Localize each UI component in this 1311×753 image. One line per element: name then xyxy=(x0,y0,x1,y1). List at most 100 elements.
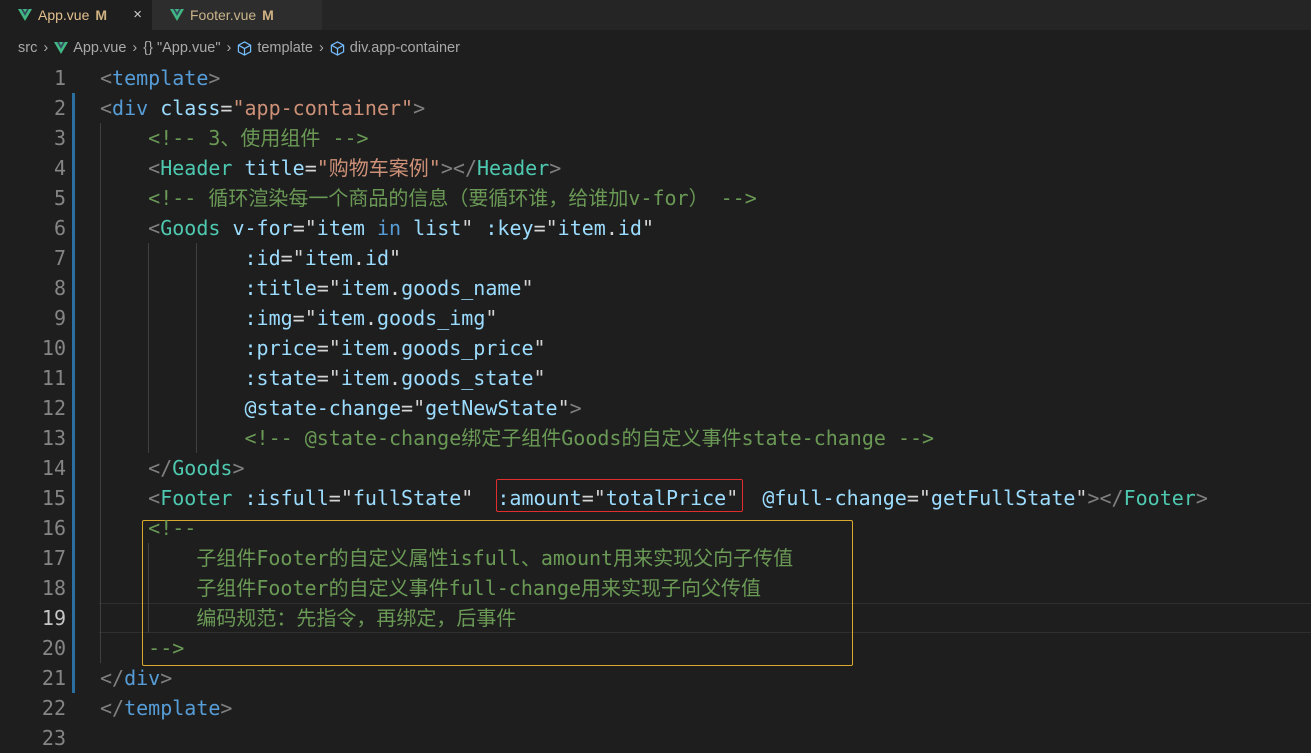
code-token: <!-- @state-change绑定子组件Goods的自定义事件state-… xyxy=(244,426,935,450)
close-icon[interactable]: × xyxy=(133,6,142,23)
code-text: 子组件Footer的自定义事件full-change用来实现子向父传值 xyxy=(100,573,761,603)
code-token: item xyxy=(340,336,390,360)
code-token: < xyxy=(148,216,161,240)
code-token: > xyxy=(220,696,233,720)
code-line[interactable]: 2 <div class="app-container"> xyxy=(0,93,1311,123)
code-token: = xyxy=(906,486,919,510)
code-token: :isfull xyxy=(232,486,329,510)
line-number: 12 xyxy=(41,396,66,420)
code-text: @state-change="getNewState"> xyxy=(100,393,582,423)
code-token: " xyxy=(461,486,474,510)
code-line[interactable]: 3 <!-- 3、使用组件 --> xyxy=(0,123,1311,153)
code-token: > xyxy=(569,396,582,420)
code-line[interactable]: 17 子组件Footer的自定义属性isfull、amount用来实现父向子传值 xyxy=(0,543,1311,573)
line-number: 21 xyxy=(41,666,66,690)
code-line[interactable]: 1 <template> xyxy=(0,63,1311,93)
code-token: < xyxy=(100,96,113,120)
code-token: . xyxy=(389,336,402,360)
code-token: getNewState xyxy=(425,396,558,420)
tab-footer-vue[interactable]: Footer.vue M xyxy=(152,0,322,30)
code-token: :amount xyxy=(473,486,582,510)
code-token: @state-change xyxy=(244,396,402,420)
code-token: " xyxy=(545,216,558,240)
line-number: 22 xyxy=(41,696,66,720)
code-line[interactable]: 6 <Goods v-for="item in list" :key="item… xyxy=(0,213,1311,243)
breadcrumb-item-file[interactable]: App.vue xyxy=(73,40,126,56)
breadcrumb-item-src[interactable]: src xyxy=(18,40,37,56)
code-line[interactable]: 5 <!-- 循环渲染每一个商品的信息（要循环谁，给谁加v-for） --> xyxy=(0,183,1311,213)
line-number: 18 xyxy=(41,576,66,600)
code-line[interactable]: 10 :price="item.goods_price" xyxy=(0,333,1311,363)
code-line[interactable]: 7 :id="item.id" xyxy=(0,243,1311,273)
chevron-right-icon: › xyxy=(226,40,232,56)
code-token: " xyxy=(918,486,931,510)
code-text: </Goods> xyxy=(100,453,245,483)
code-token: < xyxy=(100,66,113,90)
code-token: " xyxy=(533,336,546,360)
code-token: . xyxy=(389,366,402,390)
code-token: Goods xyxy=(172,456,233,480)
code-editor[interactable]: 1 <template> 2 <div class="app-container"> 3… xyxy=(0,63,1311,750)
line-number: 15 xyxy=(41,486,66,510)
code-token: " xyxy=(485,306,498,330)
code-token: class xyxy=(148,96,221,120)
line-number: 14 xyxy=(41,456,66,480)
code-token: fullState xyxy=(352,486,462,510)
code-token: "购物车案例" xyxy=(316,156,441,180)
line-number: 23 xyxy=(41,726,66,750)
breadcrumb-item-module[interactable]: {} "App.vue" xyxy=(143,40,220,56)
code-line[interactable]: 16 <!-- xyxy=(0,513,1311,543)
tab-app-vue[interactable]: App.vue M × xyxy=(0,0,152,30)
code-line[interactable]: 21 </div> xyxy=(0,663,1311,693)
code-token: " xyxy=(340,486,353,510)
breadcrumb-item-template[interactable]: template xyxy=(257,40,313,56)
code-text: 编码规范：先指令，再绑定，后事件 xyxy=(100,603,516,633)
code-line[interactable]: 15 <Footer :isfull="fullState" :amount="… xyxy=(0,483,1311,513)
code-token: " xyxy=(292,246,305,270)
code-token: Footer xyxy=(160,486,233,510)
code-line[interactable]: 13 <!-- @state-change绑定子组件Goods的自定义事件sta… xyxy=(0,423,1311,453)
code-line[interactable]: 18 子组件Footer的自定义事件full-change用来实现子向父传值 xyxy=(0,573,1311,603)
code-token: " xyxy=(461,216,474,240)
code-token: :price xyxy=(244,336,317,360)
code-line[interactable]: 8 :title="item.goods_name" xyxy=(0,273,1311,303)
code-line[interactable]: 20 --> xyxy=(0,633,1311,663)
line-number: 19 xyxy=(41,606,66,630)
code-text: :id="item.id" xyxy=(100,243,402,273)
code-text: <template> xyxy=(100,63,220,93)
code-token: = xyxy=(220,96,233,120)
code-text: </div> xyxy=(100,663,172,693)
modified-badge: M xyxy=(95,7,108,23)
cube-icon xyxy=(330,40,345,56)
breadcrumb-item-div[interactable]: div.app-container xyxy=(350,40,460,56)
code-token: title xyxy=(232,156,305,180)
code-token: > xyxy=(232,456,245,480)
code-token: item xyxy=(316,306,365,330)
code-token: in xyxy=(364,216,402,240)
code-token: div xyxy=(112,96,149,120)
code-token: <!-- xyxy=(148,516,197,540)
code-line[interactable]: 12 @state-change="getNewState"> xyxy=(0,393,1311,423)
code-line[interactable]: 4 <Header title="购物车案例"></Header> xyxy=(0,153,1311,183)
code-line[interactable]: 11 :state="item.goods_state" xyxy=(0,363,1311,393)
code-line[interactable]: 9 :img="item.goods_img" xyxy=(0,303,1311,333)
tab-label: Footer.vue xyxy=(190,7,257,23)
code-line[interactable]: 14 </Goods> xyxy=(0,453,1311,483)
code-token: = xyxy=(316,276,329,300)
code-line[interactable]: 22 </template> xyxy=(0,693,1311,723)
code-line[interactable]: 19 编码规范：先指令，再绑定，后事件 xyxy=(0,603,1311,633)
code-line[interactable]: 23 xyxy=(0,723,1311,753)
code-token: Header xyxy=(476,156,550,180)
code-token: . xyxy=(364,306,377,330)
code-token: --> xyxy=(148,636,185,660)
code-text: :img="item.goods_img" xyxy=(100,303,498,333)
code-text: </template> xyxy=(100,693,232,723)
